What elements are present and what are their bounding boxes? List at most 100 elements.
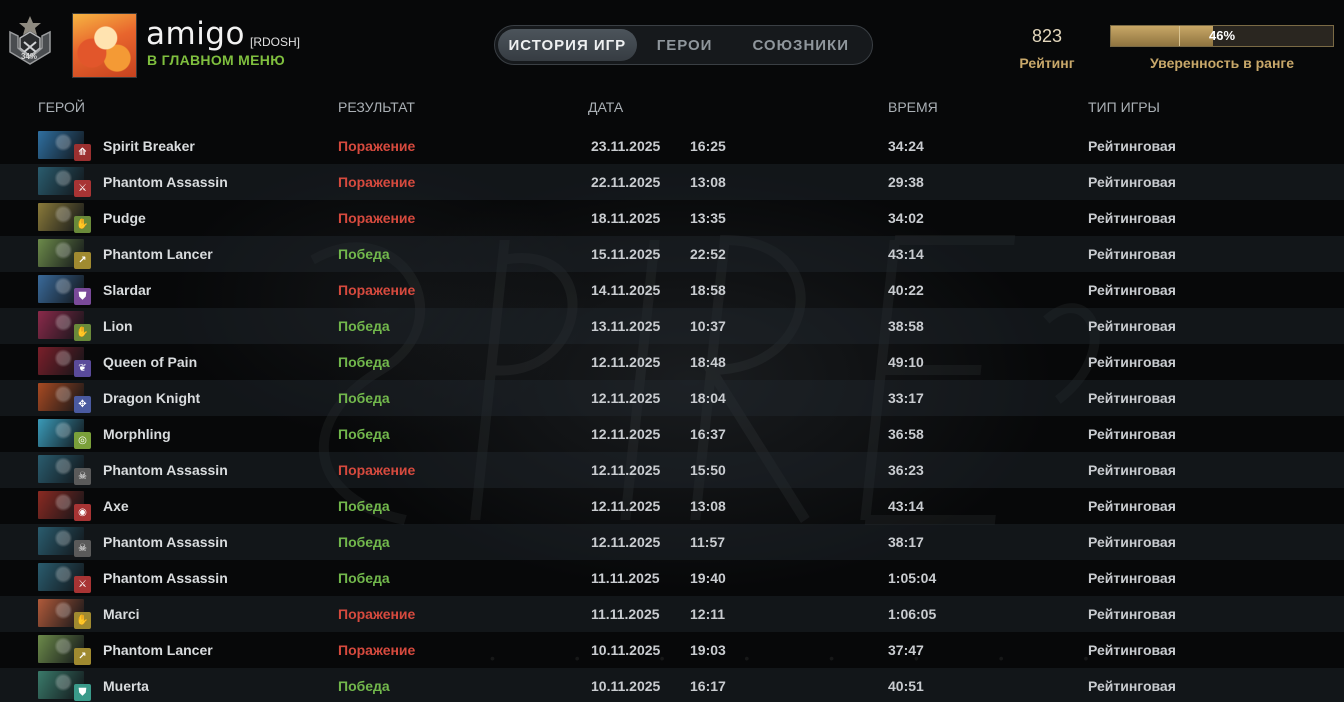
match-result: Поражение (338, 174, 416, 190)
table-row[interactable]: ✋ Pudge Поражение 18.11.2025 13:35 34:02 Рейти… (0, 200, 1344, 236)
match-time: 18:48 (690, 354, 726, 370)
swirl-icon: ◎ (74, 432, 91, 449)
match-duration: 36:23 (888, 462, 924, 478)
tab-allies[interactable]: СОЮЗНИКИ (732, 29, 869, 61)
match-duration: 37:47 (888, 642, 924, 658)
table-row[interactable]: ✥ Dragon Knight Победа 12.11.2025 18:04 33:17… (0, 380, 1344, 416)
table-row[interactable]: ◎ Morphling Победа 12.11.2025 16:37 36:58 Рейт… (0, 416, 1344, 452)
match-date: 22.11.2025 (591, 174, 661, 190)
hero-portrait: ⚔ (38, 563, 92, 593)
match-time: 18:04 (690, 390, 726, 406)
table-row[interactable]: ☠ Phantom Assassin Победа 12.11.2025 11:57 38… (0, 524, 1344, 560)
column-duration[interactable]: ВРЕМЯ (888, 99, 938, 115)
column-hero[interactable]: ГЕРОЙ (38, 99, 85, 115)
match-mode: Рейтинговая (1088, 210, 1176, 226)
hero-portrait: ✋ (38, 203, 92, 233)
table-row[interactable]: ↗ Phantom Lancer Победа 15.11.2025 22:52 43:1… (0, 236, 1344, 272)
hero-portrait: ✥ (38, 383, 92, 413)
hero-portrait: ✋ (38, 311, 92, 341)
match-result: Поражение (338, 606, 416, 622)
match-time: 13:08 (690, 498, 726, 514)
hand-icon: ✋ (74, 612, 91, 629)
hero-name: Axe (103, 498, 129, 514)
spear-icon: ↗ (74, 648, 91, 665)
sword-icon: ⚔ (74, 180, 91, 197)
match-date: 12.11.2025 (591, 462, 661, 478)
player-name: amigo (146, 16, 245, 52)
rating-value: 823 (1031, 26, 1063, 46)
skull-icon: ☠ (74, 468, 91, 485)
match-date: 12.11.2025 (591, 498, 661, 514)
match-result: Поражение (338, 210, 416, 226)
shield-icon: ⛊ (74, 684, 91, 701)
table-row[interactable]: ❦ Queen of Pain Победа 12.11.2025 18:48 49:10… (0, 344, 1344, 380)
match-date: 12.11.2025 (591, 354, 661, 370)
match-date: 23.11.2025 (591, 138, 661, 154)
table-header: ГЕРОЙ РЕЗУЛЬТАТ ДАТА ВРЕМЯ ТИП ИГРЫ (0, 96, 1344, 120)
player-tag: [RDOSH] (250, 35, 301, 49)
column-date[interactable]: ДАТА (588, 99, 623, 115)
match-duration: 1:06:05 (888, 606, 937, 622)
match-date: 18.11.2025 (591, 210, 661, 226)
table-row[interactable]: ◉ Axe Победа 12.11.2025 13:08 43:14 Рейтингова… (0, 488, 1344, 524)
hero-portrait: ⛊ (38, 275, 92, 305)
spear-icon: ↗ (74, 252, 91, 269)
match-mode: Рейтинговая (1088, 678, 1176, 694)
hero-portrait: ◉ (38, 491, 92, 521)
tab-match-history[interactable]: ИСТОРИЯ ИГР (498, 29, 637, 61)
profile-header: 34% amigo [RDOSH] В ГЛАВНОМ МЕНЮ ИСТОРИЯ… (0, 0, 1344, 90)
column-mode[interactable]: ТИП ИГРЫ (1088, 99, 1160, 115)
hero-name: Muerta (103, 678, 149, 694)
target-icon: ◉ (74, 504, 91, 521)
hero-name: Dragon Knight (103, 390, 201, 406)
table-row[interactable]: ⚔ Phantom Assassin Победа 11.11.2025 19:40 1:… (0, 560, 1344, 596)
hero-name: Pudge (103, 210, 146, 226)
table-row[interactable]: ☠ Phantom Assassin Поражение 12.11.2025 15:5… (0, 452, 1344, 488)
match-time: 16:37 (690, 426, 726, 442)
paw-icon: ✥ (74, 396, 91, 413)
match-date: 12.11.2025 (591, 390, 661, 406)
match-result: Победа (338, 498, 390, 514)
table-row[interactable]: ⛊ Muerta Победа 10.11.2025 16:17 40:51 Рейтинг… (0, 668, 1344, 702)
hero-name: Phantom Assassin (103, 462, 228, 478)
confidence-label: Уверенность в ранге (1149, 55, 1295, 71)
table-row[interactable]: ⚔ Phantom Assassin Поражение 22.11.2025 13:0… (0, 164, 1344, 200)
match-duration: 34:24 (888, 138, 924, 154)
match-time: 10:37 (690, 318, 726, 334)
sword-icon: ⚔ (74, 576, 91, 593)
hero-name: Slardar (103, 282, 152, 298)
table-row[interactable]: ✋ Lion Победа 13.11.2025 10:37 38:58 Рейтингов… (0, 308, 1344, 344)
match-mode: Рейтинговая (1088, 462, 1176, 478)
match-mode: Рейтинговая (1088, 570, 1176, 586)
match-time: 19:03 (690, 642, 726, 658)
table-row[interactable]: ✋ Marci Поражение 11.11.2025 12:11 1:06:05 Рей… (0, 596, 1344, 632)
match-time: 18:58 (690, 282, 726, 298)
match-time: 22:52 (690, 246, 726, 262)
match-duration: 38:58 (888, 318, 924, 334)
match-mode: Рейтинговая (1088, 246, 1176, 262)
hero-name: Phantom Assassin (103, 570, 228, 586)
match-time: 19:40 (690, 570, 726, 586)
match-date: 10.11.2025 (591, 642, 661, 658)
avatar[interactable] (72, 13, 137, 78)
hero-portrait: ❦ (38, 347, 92, 377)
table-row[interactable]: ⛊ Slardar Поражение 14.11.2025 18:58 40:22 Рей… (0, 272, 1344, 308)
table-row[interactable]: ⟰ Spirit Breaker Поражение 23.11.2025 16:25 3… (0, 128, 1344, 164)
match-mode: Рейтинговая (1088, 642, 1176, 658)
column-result[interactable]: РЕЗУЛЬТАТ (338, 99, 415, 115)
rank-medal-icon[interactable] (6, 14, 54, 76)
match-result: Победа (338, 318, 390, 334)
match-date: 11.11.2025 (591, 570, 660, 586)
match-duration: 1:05:04 (888, 570, 937, 586)
table-row[interactable]: ↗ Phantom Lancer Поражение 10.11.2025 19:03 3… (0, 632, 1344, 668)
hero-name: Phantom Assassin (103, 174, 228, 190)
hero-portrait: ☠ (38, 455, 92, 485)
match-result: Победа (338, 354, 390, 370)
tab-heroes[interactable]: ГЕРОИ (637, 29, 733, 61)
match-duration: 43:14 (888, 246, 924, 262)
match-date: 12.11.2025 (591, 534, 661, 550)
hand-icon: ✋ (74, 324, 91, 341)
match-result: Победа (338, 246, 390, 262)
hero-name: Phantom Lancer (103, 246, 213, 262)
match-duration: 40:22 (888, 282, 924, 298)
